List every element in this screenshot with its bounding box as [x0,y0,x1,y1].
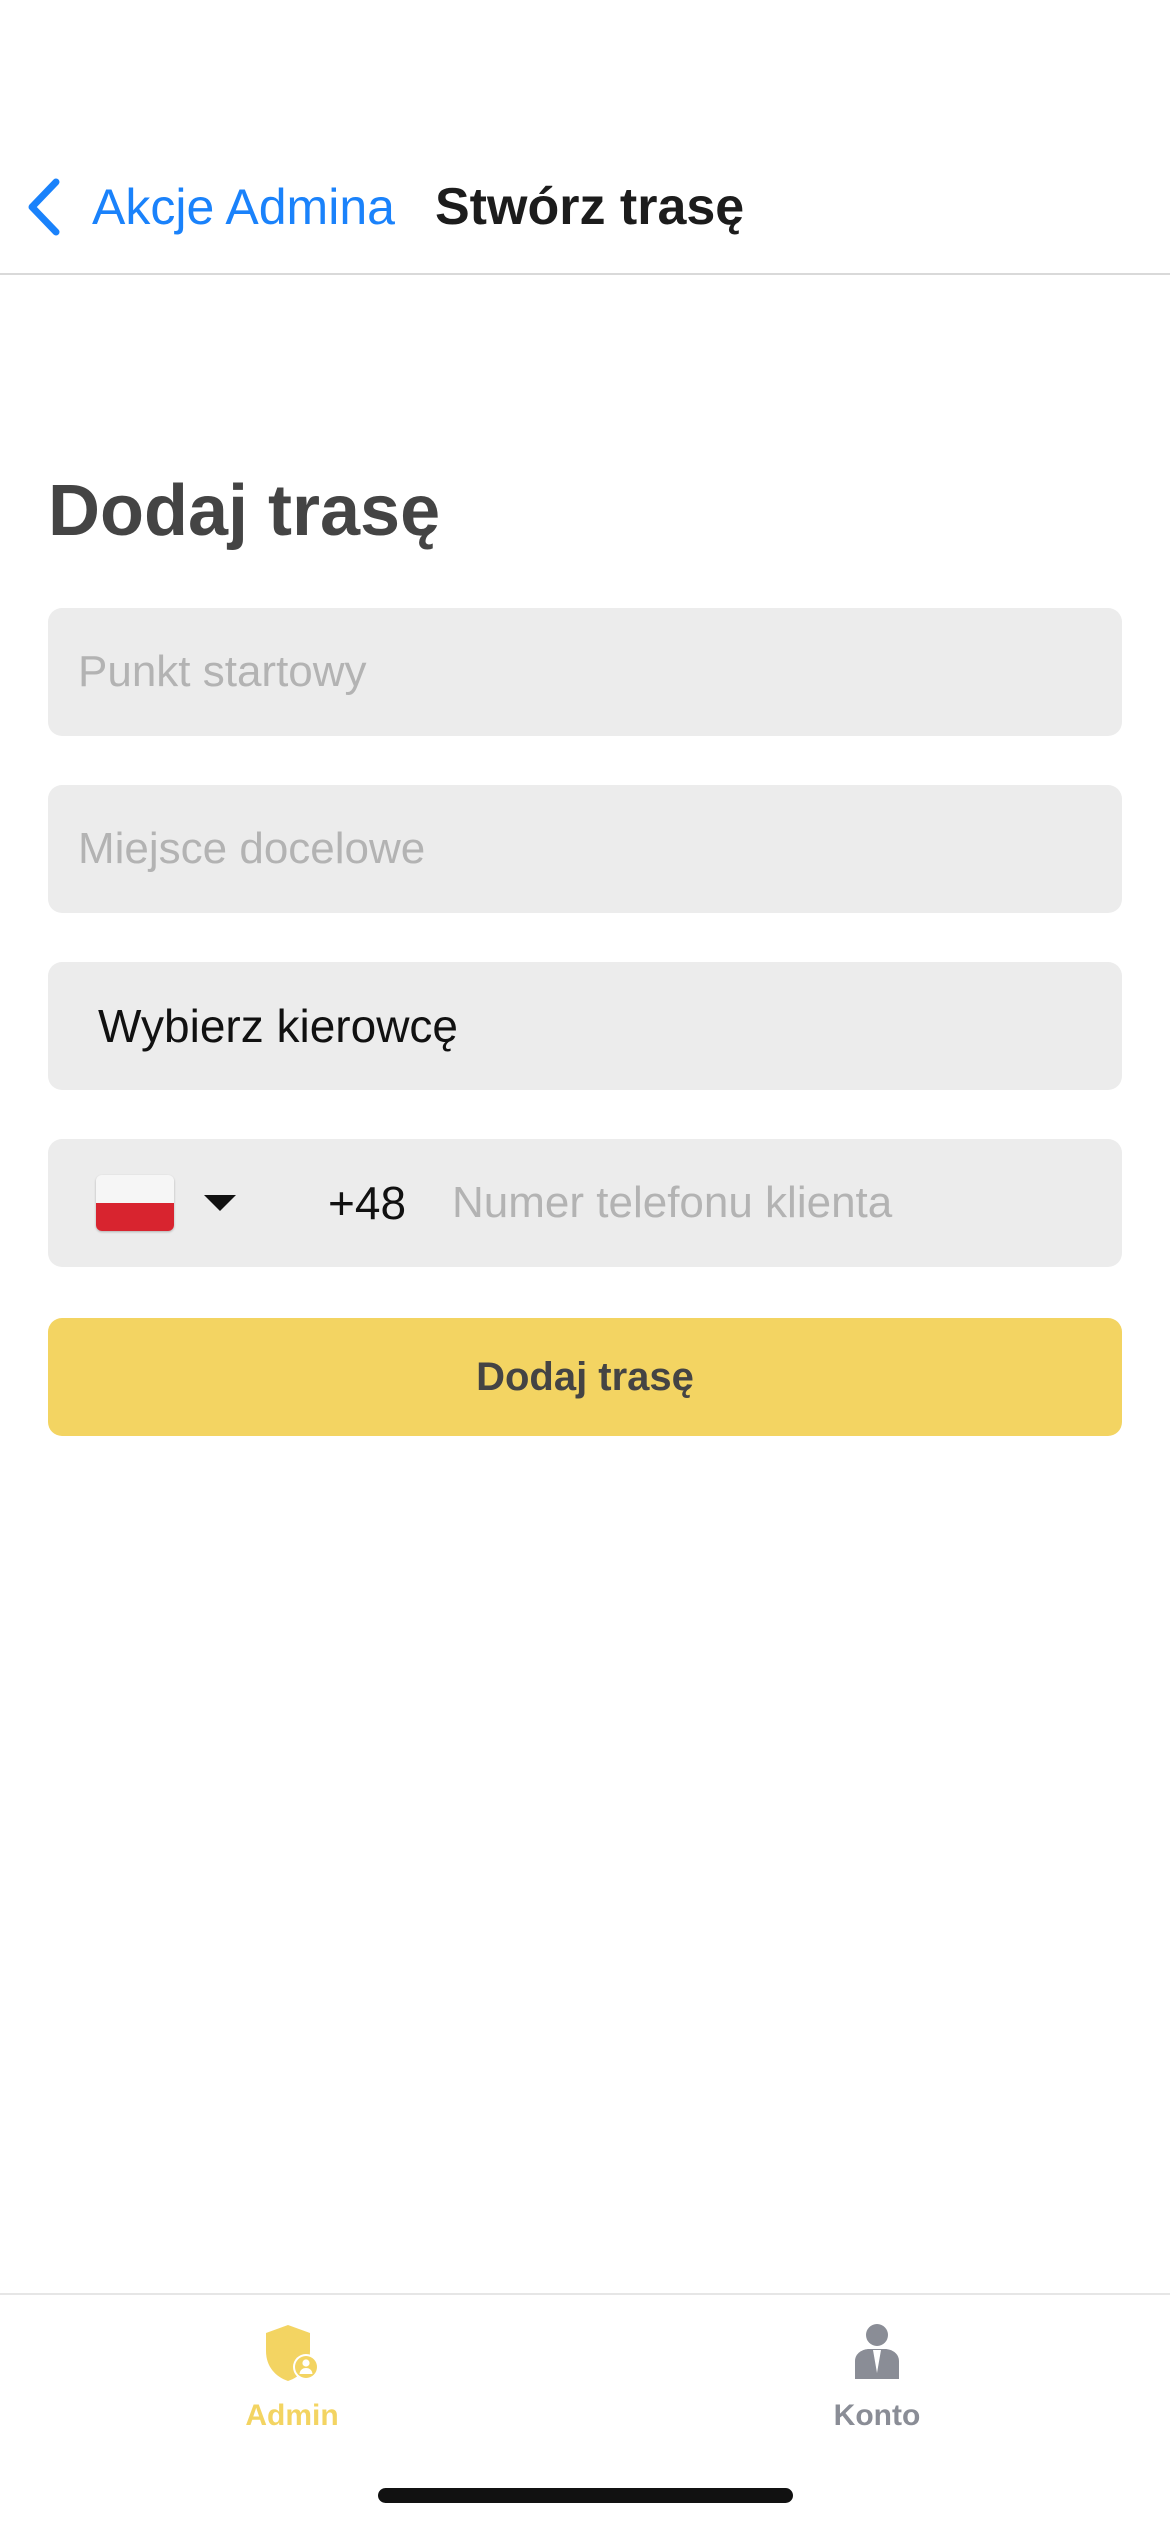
screen: Akcje Admina Stwórz trasę Dodaj trasę Wy… [0,0,1170,2532]
destination-input[interactable] [78,785,1078,913]
navigation-bar: Akcje Admina Stwórz trasę [0,150,1170,275]
nav-title: Stwórz trasę [435,178,745,236]
start-point-field [48,608,1122,736]
country-picker[interactable] [96,1173,236,1233]
page-title: Dodaj trasę [48,471,441,551]
chevron-left-icon [28,178,60,236]
destination-field [48,785,1122,913]
admin-shield-icon [266,2325,319,2381]
phone-input[interactable] [452,1139,1092,1267]
back-button-label: Akcje Admina [92,179,395,235]
tab-konto-label: Konto [833,2399,921,2432]
tab-admin[interactable]: Admin [142,2321,442,2433]
dial-code: +48 [328,1177,407,1229]
tab-admin-label: Admin [245,2399,339,2432]
home-indicator [378,2488,793,2503]
add-route-button[interactable]: Dodaj trasę [48,1318,1122,1436]
tab-konto[interactable]: Konto [727,2321,1027,2433]
start-point-input[interactable] [78,608,1078,736]
poland-flag-icon [96,1175,174,1231]
phone-field: +48 [48,1139,1122,1267]
account-person-icon [855,2324,899,2379]
driver-select[interactable]: Wybierz kierowcę [48,962,1122,1090]
driver-select-label: Wybierz kierowcę [98,1000,459,1052]
back-button[interactable]: Akcje Admina [22,172,395,242]
caret-down-icon [204,1195,236,1211]
